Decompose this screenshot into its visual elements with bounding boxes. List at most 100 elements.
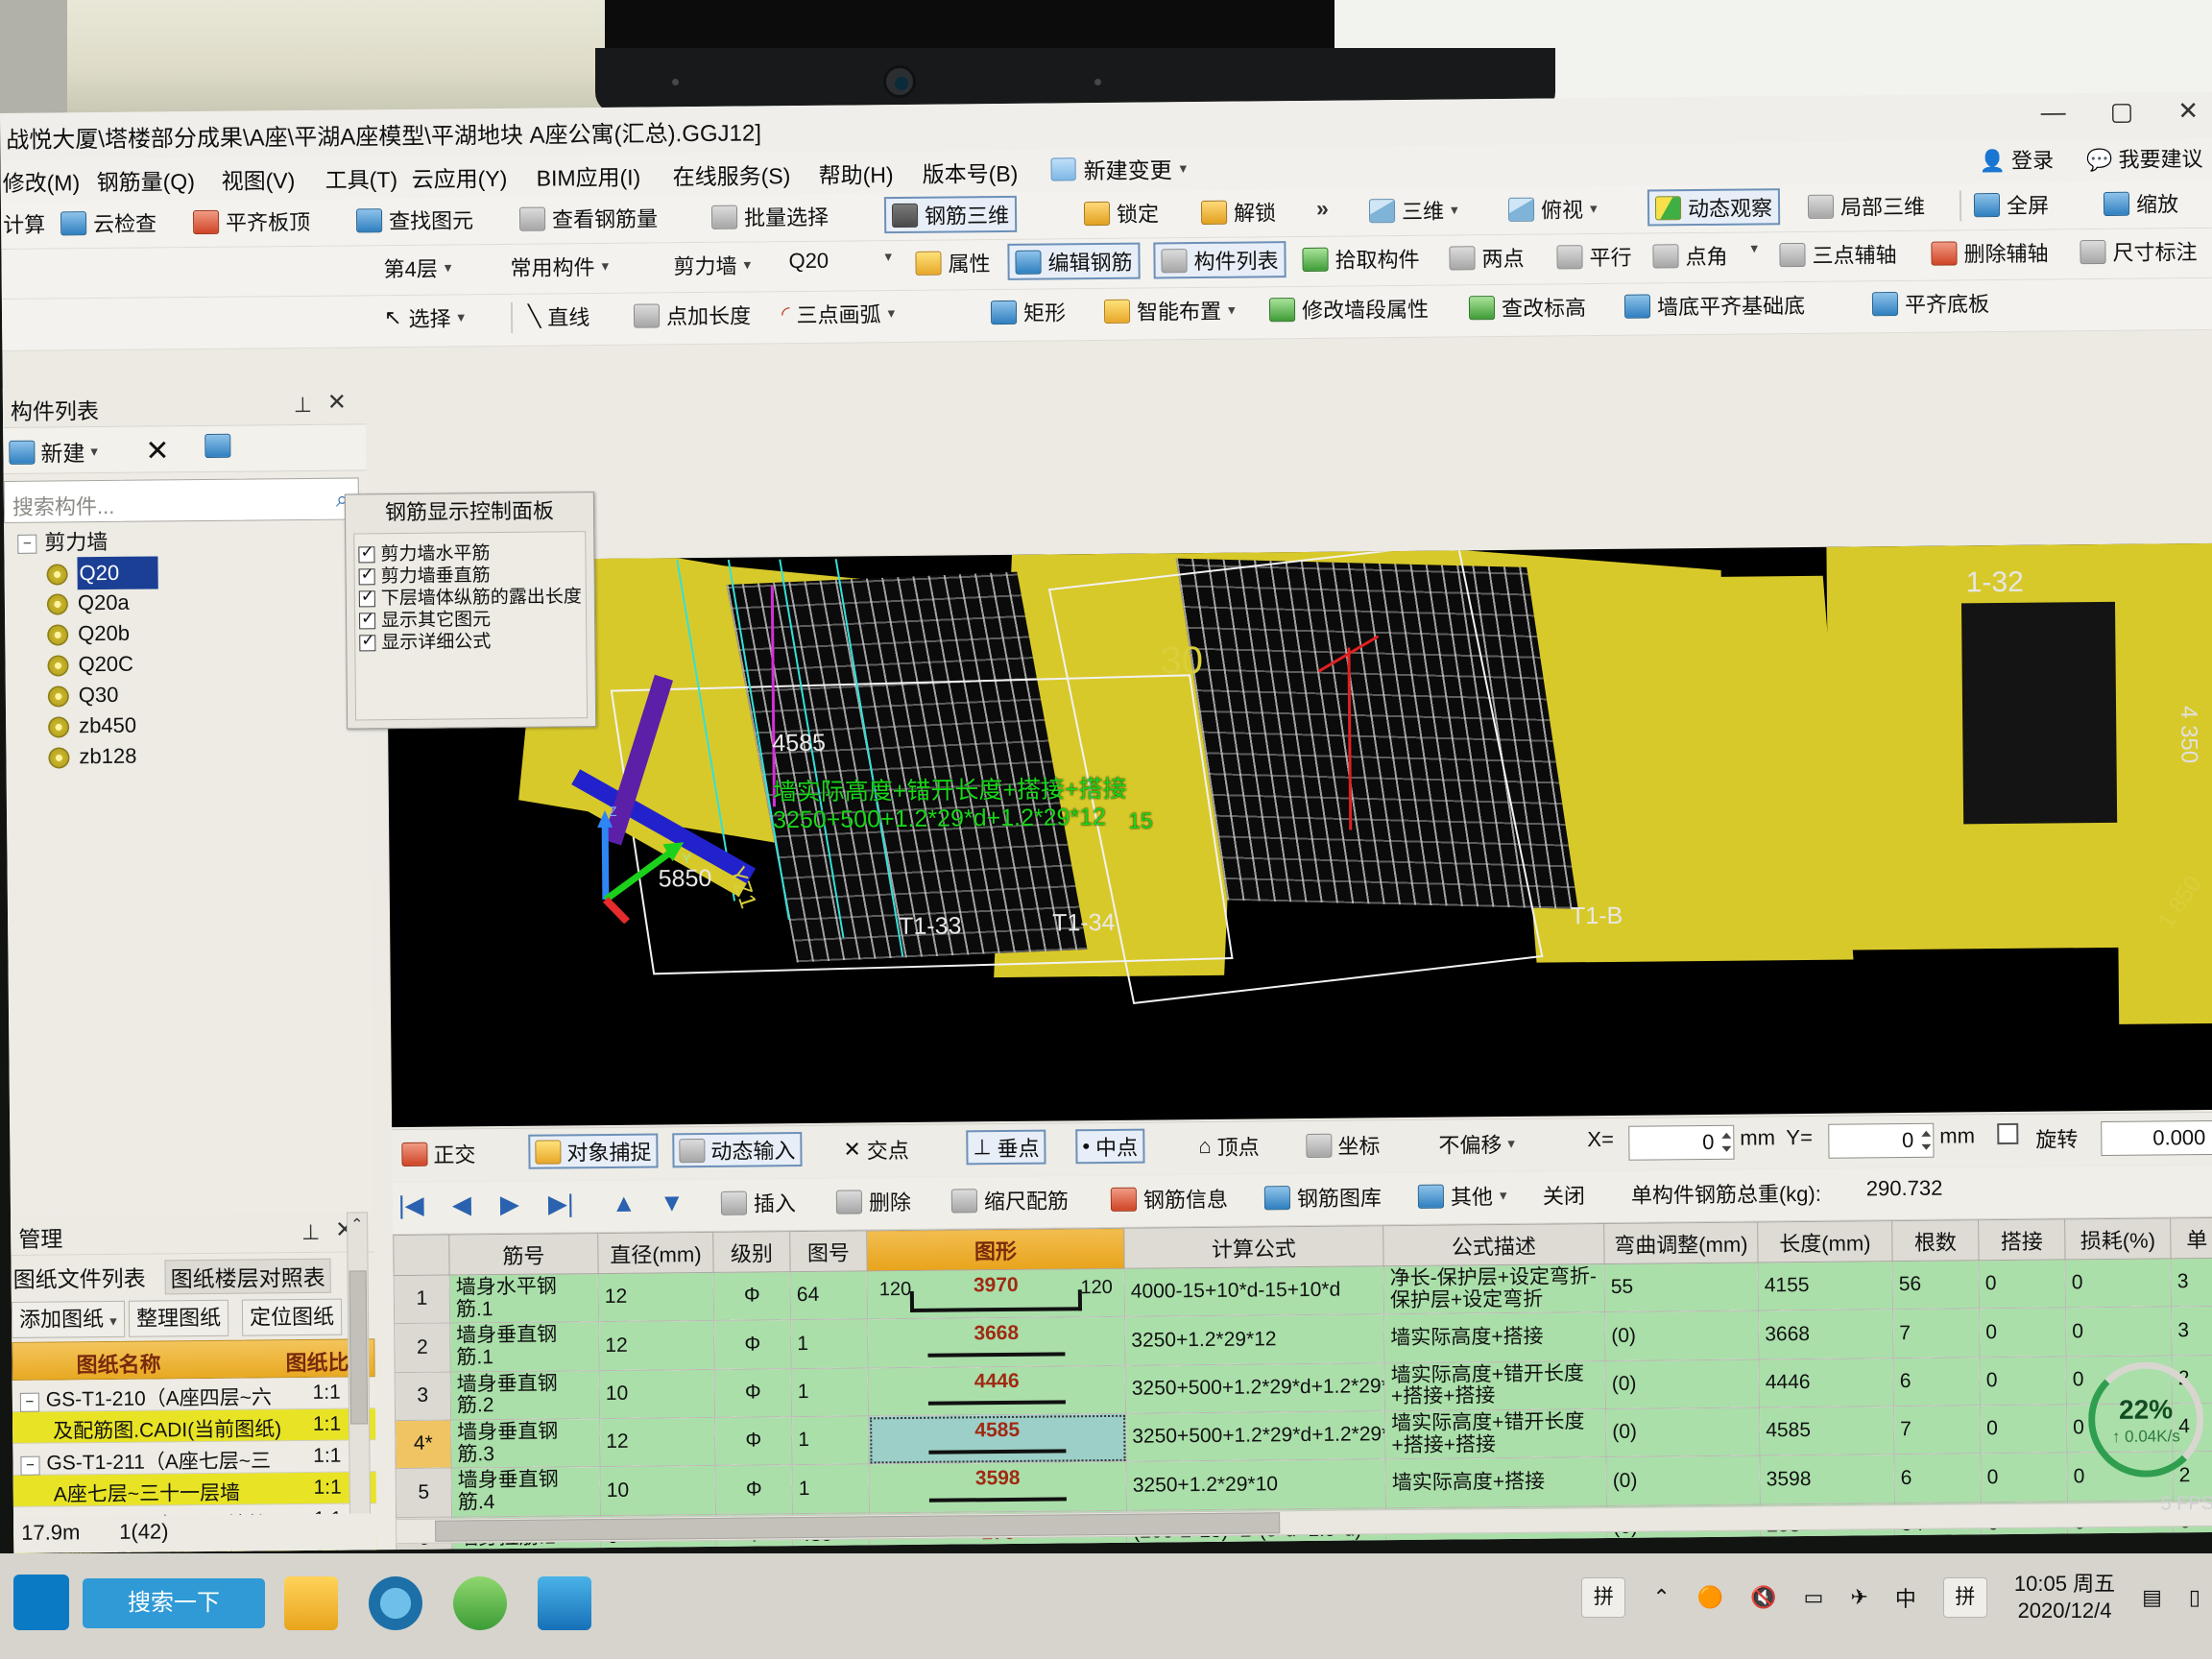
- tool-cloud-check[interactable]: 云检查: [60, 206, 156, 238]
- first-record-button[interactable]: |◀: [398, 1190, 424, 1220]
- pin-icon[interactable]: ⊥: [294, 393, 312, 418]
- tool-find-element[interactable]: 查找图元: [355, 204, 473, 235]
- drawing-list-item[interactable]: − GS-T1-211（A座七层~三 1:1: [12, 1440, 376, 1476]
- tool-view-rebar-qty[interactable]: 查看钢筋量: [518, 202, 658, 233]
- cell-lap[interactable]: 0: [1979, 1259, 2066, 1310]
- cell-lap[interactable]: 0: [1980, 1356, 2067, 1406]
- cell-count[interactable]: 7: [1892, 1309, 1981, 1358]
- ime-indicator-2[interactable]: 拼: [1942, 1576, 1987, 1618]
- table-col-header-12[interactable]: 损耗(%): [2064, 1217, 2172, 1260]
- new-change-button[interactable]: 新建变更 ▾: [1050, 152, 1187, 185]
- next-record-button[interactable]: ▶: [500, 1190, 519, 1219]
- other-button[interactable]: 其他 ▾: [1417, 1180, 1507, 1212]
- clock[interactable]: 10:05 周五 2020/12/4: [2014, 1571, 2115, 1623]
- snap-object-snap[interactable]: 对象捕捉: [528, 1133, 659, 1169]
- menu-tools[interactable]: 工具(T): [325, 161, 398, 195]
- cell-loss[interactable]: 0: [2065, 1258, 2172, 1309]
- cell-bend-adjust[interactable]: (0): [1604, 1310, 1760, 1361]
- search-component-input[interactable]: 搜索构件... ⌕: [3, 477, 360, 523]
- cell-rebar-name[interactable]: 墙身垂直钢筋.1: [449, 1321, 600, 1372]
- drawing-list-item[interactable]: 及配筋图.CADI(当前图纸) 1:1: [12, 1408, 376, 1444]
- new-component-button[interactable]: 新建 ▾: [9, 435, 98, 469]
- draw-three-point-arc[interactable]: ◜ 三点画弧 ▾: [781, 298, 895, 329]
- cell-bend-adjust[interactable]: (0): [1605, 1407, 1761, 1457]
- rotate-input[interactable]: 0.000: [2101, 1119, 2212, 1157]
- rotate-checkbox[interactable]: [1997, 1122, 2019, 1145]
- insert-button[interactable]: 插入: [720, 1187, 796, 1218]
- table-col-header-4[interactable]: 图号: [789, 1230, 868, 1272]
- move-up-button[interactable]: ▲: [612, 1189, 637, 1218]
- cell-grade[interactable]: Φ: [715, 1465, 793, 1515]
- cell-formula-desc[interactable]: 墙实际高度+搭接: [1385, 1456, 1607, 1508]
- table-col-header-3[interactable]: 级别: [712, 1231, 791, 1273]
- table-col-header-5[interactable]: 图形: [866, 1228, 1125, 1271]
- btn-point-angle[interactable]: 点角: [1652, 240, 1728, 272]
- cell-count[interactable]: 6: [1893, 1357, 1981, 1407]
- maximize-button[interactable]: ▢: [2110, 97, 2134, 126]
- rebar-data-grid[interactable]: 筋号 直径(mm) 级别 图号 图形 计算公式 公式描述 弯曲调整(mm) 长度(mm) 根数 搭接…: [393, 1216, 2212, 1553]
- tree-item-q20b[interactable]: Q20b: [5, 615, 368, 650]
- cell-index[interactable]: 3: [395, 1371, 451, 1421]
- cell-formula[interactable]: 3250+1.2*29*10: [1126, 1459, 1386, 1511]
- cell-loss[interactable]: [2067, 1545, 2175, 1553]
- window-controls[interactable]: — ▢ ✕: [2041, 96, 2200, 127]
- tab-drawing-floor-table[interactable]: 图纸楼层对照表: [164, 1258, 331, 1295]
- cell-diameter[interactable]: 12: [598, 1272, 714, 1322]
- tree-item-zb450[interactable]: zb450: [6, 708, 369, 742]
- cell-lap[interactable]: [1981, 1546, 2069, 1553]
- snap-coordinate[interactable]: 坐标: [1306, 1129, 1381, 1161]
- tree-item-q20a[interactable]: Q20a: [5, 585, 368, 619]
- tool-align-slab-top[interactable]: 平齐板顶: [192, 205, 310, 237]
- cell-lap[interactable]: 0: [1980, 1404, 2067, 1455]
- cell-figure-no[interactable]: 1: [792, 1464, 870, 1514]
- offset-mode-selector[interactable]: 不偏移 ▾: [1438, 1128, 1515, 1160]
- btn-add-drawing[interactable]: 添加图纸 ▾: [11, 1300, 125, 1338]
- draw-select[interactable]: ↖ 选择 ▾: [384, 301, 465, 333]
- checkbox-icon[interactable]: [359, 635, 376, 652]
- cell-loss[interactable]: 0: [2065, 1307, 2173, 1357]
- cell-formula[interactable]: 3250+500+1.2*29*d+1.2*29*12: [1125, 1410, 1386, 1462]
- table-col-header-2[interactable]: 直径(mm): [597, 1232, 714, 1274]
- scroll-up-icon[interactable]: ⌃: [350, 1214, 364, 1234]
- close-icon[interactable]: ✕: [327, 389, 347, 417]
- menu-view[interactable]: 视图(V): [222, 162, 296, 196]
- table-col-header-0[interactable]: [393, 1235, 450, 1276]
- btn-point-angle-caret[interactable]: ▾: [1750, 239, 1758, 256]
- tool-dynamic-observe[interactable]: 动态观察: [1647, 188, 1781, 227]
- btn-edit-rebar[interactable]: 编辑钢筋: [1007, 242, 1141, 280]
- tree-item-q20[interactable]: Q20: [4, 554, 367, 590]
- battery-icon[interactable]: ▭: [1804, 1585, 1824, 1610]
- expand-icon[interactable]: −: [19, 1392, 39, 1412]
- delete-component-button[interactable]: ✕: [145, 434, 169, 468]
- cell-lap[interactable]: 0: [1979, 1308, 2067, 1358]
- taskbar-edge-icon[interactable]: [369, 1576, 422, 1630]
- language-indicator[interactable]: 中: [1895, 1582, 1916, 1613]
- cell-index[interactable]: 1: [394, 1275, 450, 1324]
- cell-formula-desc[interactable]: 墙实际高度+错开长度+搭接+搭接: [1384, 1360, 1606, 1411]
- cell-figure-no[interactable]: 64: [790, 1270, 868, 1320]
- cell-formula[interactable]: 3250+500+1.2*29*d+1.2*29*10: [1125, 1362, 1385, 1414]
- cell-length[interactable]: 4155: [1758, 1261, 1893, 1311]
- cell-length[interactable]: 3598: [1760, 1455, 1895, 1504]
- checkbox-show-detail-formula[interactable]: 显示详细公式: [355, 626, 586, 653]
- btn-organize-drawing[interactable]: 整理图纸: [128, 1299, 229, 1337]
- scale-rebar-button[interactable]: 缩尺配筋: [950, 1184, 1069, 1215]
- scroll-thumb[interactable]: [349, 1270, 369, 1425]
- copy-component-button[interactable]: [204, 433, 231, 458]
- close-button[interactable]: ✕: [2177, 96, 2199, 125]
- checkbox-vertical-rebar[interactable]: 剪力墙垂直筋: [355, 560, 586, 587]
- cell-figure[interactable]: 4446: [868, 1364, 1126, 1416]
- prev-record-button[interactable]: ◀: [452, 1190, 471, 1219]
- btn-component-list[interactable]: 构件列表: [1153, 241, 1286, 279]
- draw-rectangle[interactable]: 矩形: [990, 296, 1066, 327]
- cell-grade[interactable]: Φ: [713, 1319, 792, 1370]
- last-record-button[interactable]: ▶|: [548, 1189, 574, 1218]
- taskbar-wechat-icon[interactable]: [453, 1576, 507, 1630]
- btn-parallel[interactable]: 平行: [1556, 241, 1632, 273]
- menu-modify[interactable]: 修改(M): [3, 164, 81, 198]
- table-col-header-1[interactable]: 筋号: [448, 1233, 599, 1276]
- cell-bend-adjust[interactable]: 55: [1604, 1262, 1759, 1312]
- cell-count[interactable]: [1894, 1547, 1983, 1553]
- cell-count[interactable]: 7: [1893, 1405, 1981, 1455]
- cell-figure[interactable]: 3970 120 120: [867, 1268, 1125, 1320]
